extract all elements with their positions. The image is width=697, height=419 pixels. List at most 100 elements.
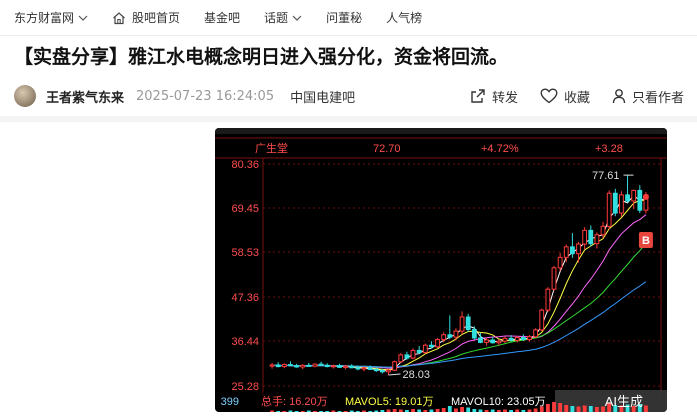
candle-body [502,337,508,342]
volume-bar [343,411,348,412]
nav-fund[interactable]: 基金吧 [204,0,250,36]
volume-bar [545,404,550,412]
volume-bar [564,405,569,412]
volume-bar [441,408,446,412]
volume-bar [429,409,434,412]
volume-legend-text: MAVOL10: 23.05万 [451,396,546,408]
y-tick-label: 25.28 [231,381,259,393]
nav-site-menu[interactable]: 东方财富网 [0,0,98,36]
candle-body [508,337,514,341]
ma5-line [272,194,647,372]
nav-dongmi-label: 问董秘 [326,11,363,25]
volume-bar [288,410,293,412]
candle-body [576,243,581,255]
volume-bar [509,410,513,412]
volume-bar [496,410,501,412]
volume-bar [503,409,507,412]
nav-popular[interactable]: 人气榜 [386,0,432,36]
candle-body [514,337,520,341]
avatar[interactable] [14,85,36,107]
volume-legend-text: MAVOL5: 19.01万 [345,396,433,408]
bar-link[interactable]: 中国电建吧 [290,87,355,106]
candle-body [569,246,575,255]
y-tick-label: 80.36 [231,159,259,171]
nav-topic-menu[interactable]: 话题 [264,0,312,36]
candle-body [367,367,373,370]
stock-chart-image[interactable]: 广生堂 72.70 +4.72% +3.28 80.36 69.45 58.53 47.36 3… [215,128,667,412]
y-tick-label: 47.36 [231,292,259,304]
home-icon [113,11,125,24]
candle-body [392,361,398,371]
volume-bar [392,409,397,412]
candle-body [379,370,385,373]
post-actions: 转发 收藏 只看作者 [448,87,684,106]
volume-legend-text: 总手: 16.20万 [261,394,328,408]
volume-bar [386,409,391,412]
volume-bar [294,411,299,412]
forward-button[interactable]: 转发 [470,87,518,106]
y-tick-label: 58.53 [231,247,259,259]
ma10-line [272,199,646,371]
collect-button[interactable]: 收藏 [540,87,590,106]
low-marker-line [388,373,401,376]
forward-label: 转发 [491,90,518,106]
chevron-down-icon [292,15,302,21]
ma60-line [272,281,647,368]
volume-bar [319,411,323,412]
candle-body [453,330,459,338]
candle-body [281,364,287,368]
volume-bar [417,409,422,412]
candle-body [275,364,281,368]
candle-body [539,309,545,331]
chart-top-strip [215,128,667,134]
buy-badge-label: B [642,235,650,247]
volume-bar [380,410,385,412]
candle-body [563,246,569,258]
candle-body [312,363,318,367]
candle-body [551,267,557,290]
candle-body [582,229,588,245]
volume-bar [313,411,317,412]
candle-body [306,364,312,367]
candle-body [600,225,606,236]
author-name[interactable]: 王者紫气东来 [46,87,124,106]
y-tick-label: 36.44 [231,336,259,348]
candle-body [343,365,349,368]
nav-topic-label: 话题 [264,11,289,25]
candle-body [520,337,526,341]
volume-bar [362,410,366,412]
candle-body [533,329,539,338]
candle-body [612,192,618,214]
nav-dongmi[interactable]: 问董秘 [326,0,372,36]
volume-bar [595,407,599,412]
candle-body [300,364,306,368]
candle-body [318,363,324,366]
candle-body [557,256,563,269]
volume-bar [306,410,311,412]
candle-body [373,368,379,372]
volume-bar [454,408,458,412]
volume-bar [472,409,477,412]
post-meta: 王者紫气东来 2025-07-23 16:24:05 中国电建吧 转发 收藏 只… [14,84,684,108]
volume-bar [484,410,489,412]
nav-home[interactable]: 股吧首页 [112,0,190,36]
only-author-button[interactable]: 只看作者 [612,87,684,106]
volume-bar [515,409,520,412]
chart-marks [269,174,653,412]
volume-bar [331,410,336,412]
user-icon [612,89,626,104]
chart-header-text: +4.72% [481,143,519,155]
candle-body [294,365,299,368]
volume-bar [644,405,648,412]
candle-body [447,334,453,338]
volume-bar [527,409,532,412]
candle-body [545,288,551,311]
candle-body [269,364,275,367]
y-tick-label: 69.45 [231,203,259,215]
volume-bar [588,406,593,412]
volume-bar [552,402,556,412]
candle-body [527,336,532,341]
volume-bar [466,407,471,412]
candle-body [619,194,624,214]
candle-body [496,340,502,344]
